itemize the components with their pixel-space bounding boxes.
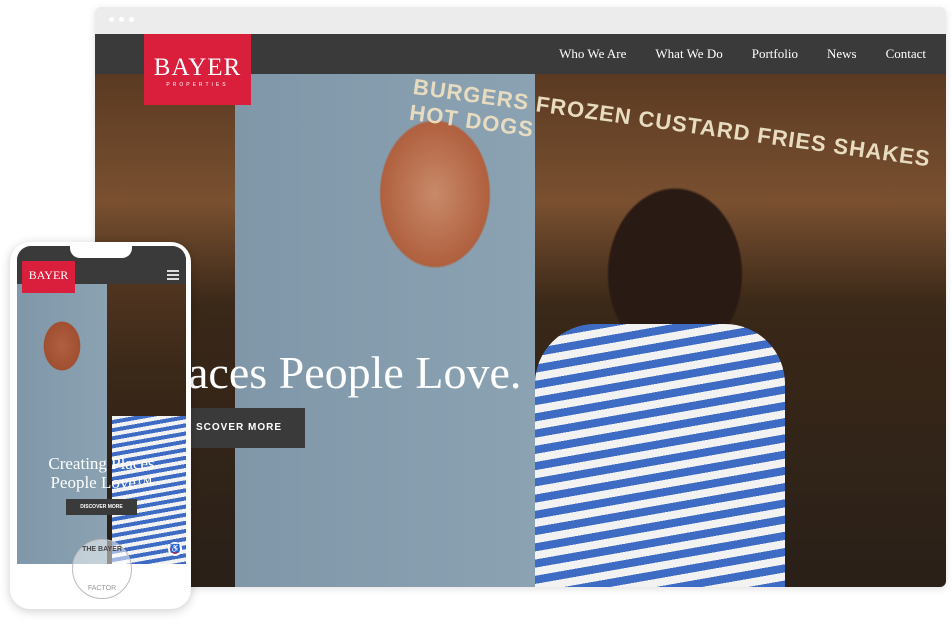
hero-image: BURGERS FROZEN CUSTARD FRIES SHAKES HOT … xyxy=(95,74,946,587)
nav-contact[interactable]: Contact xyxy=(886,46,926,62)
accessibility-icon[interactable]: ♿ xyxy=(168,542,182,556)
phone-mockup: BAYER Creating Places People Love™ DISCOV… xyxy=(10,242,191,609)
mobile-discover-more-button[interactable]: DISCOVER MORE xyxy=(66,499,137,515)
mobile-hero-title: Creating Places People Love™ xyxy=(17,454,186,492)
hero-title: aces People Love. xyxy=(188,347,522,398)
striped-shirt xyxy=(535,324,785,587)
nav-portfolio[interactable]: Portfolio xyxy=(752,46,798,62)
hamburger-menu-icon[interactable] xyxy=(167,270,179,282)
logo-subtext: PROPERTIES xyxy=(166,82,229,88)
browser-window: BAYER PROPERTIES Who We Are What We Do P… xyxy=(95,7,946,587)
discover-more-button[interactable]: SCOVER MORE xyxy=(188,408,305,448)
mobile-logo[interactable]: BAYER xyxy=(22,261,75,293)
nav-who-we-are[interactable]: Who We Are xyxy=(559,46,626,62)
badge-top-text: THE BAYER xyxy=(82,546,122,553)
bayer-factor-badge[interactable]: THE BAYER FACTOR xyxy=(72,539,132,599)
title-line: Creating Places xyxy=(48,454,155,473)
window-controls xyxy=(109,17,134,22)
phone-notch xyxy=(70,246,132,258)
mobile-site: BAYER Creating Places People Love™ DISCOV… xyxy=(17,246,186,564)
logo[interactable]: BAYER PROPERTIES xyxy=(144,34,251,105)
nav-news[interactable]: News xyxy=(827,46,857,62)
nav-what-we-do[interactable]: What We Do xyxy=(655,46,722,62)
title-line: People Love™ xyxy=(50,473,153,492)
restaurant-sign: BURGERS FROZEN CUSTARD FRIES SHAKES HOT … xyxy=(407,74,933,172)
badge-bottom-text: FACTOR xyxy=(87,585,117,592)
desktop-site: BAYER PROPERTIES Who We Are What We Do P… xyxy=(95,34,946,587)
logo-text: BAYER xyxy=(153,54,242,81)
